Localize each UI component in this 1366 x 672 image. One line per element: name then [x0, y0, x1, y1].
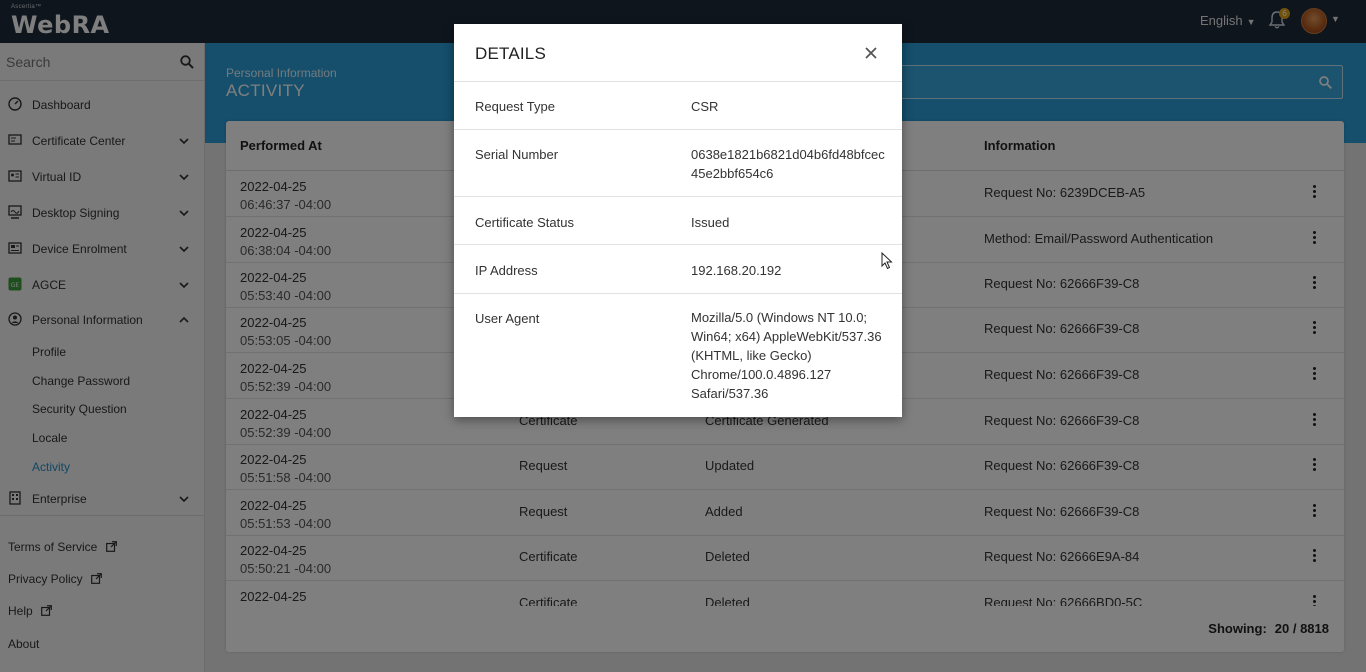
detail-value-serial-number: 0638e1821b6821d04b6fd48bfcec45e2bbf654c6 — [691, 147, 885, 181]
detail-label-ip-address: IP Address — [475, 263, 538, 278]
detail-value-request-type: CSR — [691, 99, 719, 114]
close-icon[interactable] — [864, 46, 878, 60]
detail-label-request-type: Request Type — [475, 99, 555, 114]
detail-label-user-agent: User Agent — [475, 311, 540, 326]
details-dialog: DETAILS Request Type CSR Serial Number 0… — [454, 24, 902, 417]
dialog-divider — [454, 129, 902, 130]
dialog-divider — [454, 81, 902, 82]
detail-value-user-agent: Mozilla/5.0 (Windows NT 10.0; Win64; x64… — [691, 310, 882, 401]
detail-label-serial-number: Serial Number — [475, 147, 559, 162]
detail-value-ip-address: 192.168.20.192 — [691, 263, 782, 278]
mouse-cursor-icon — [881, 252, 893, 270]
dialog-divider — [454, 293, 902, 294]
dialog-divider — [454, 196, 902, 197]
dialog-title: DETAILS — [475, 44, 546, 63]
detail-label-certificate-status: Certificate Status — [475, 215, 574, 230]
dialog-divider — [454, 244, 902, 245]
detail-value-certificate-status: Issued — [691, 215, 730, 230]
